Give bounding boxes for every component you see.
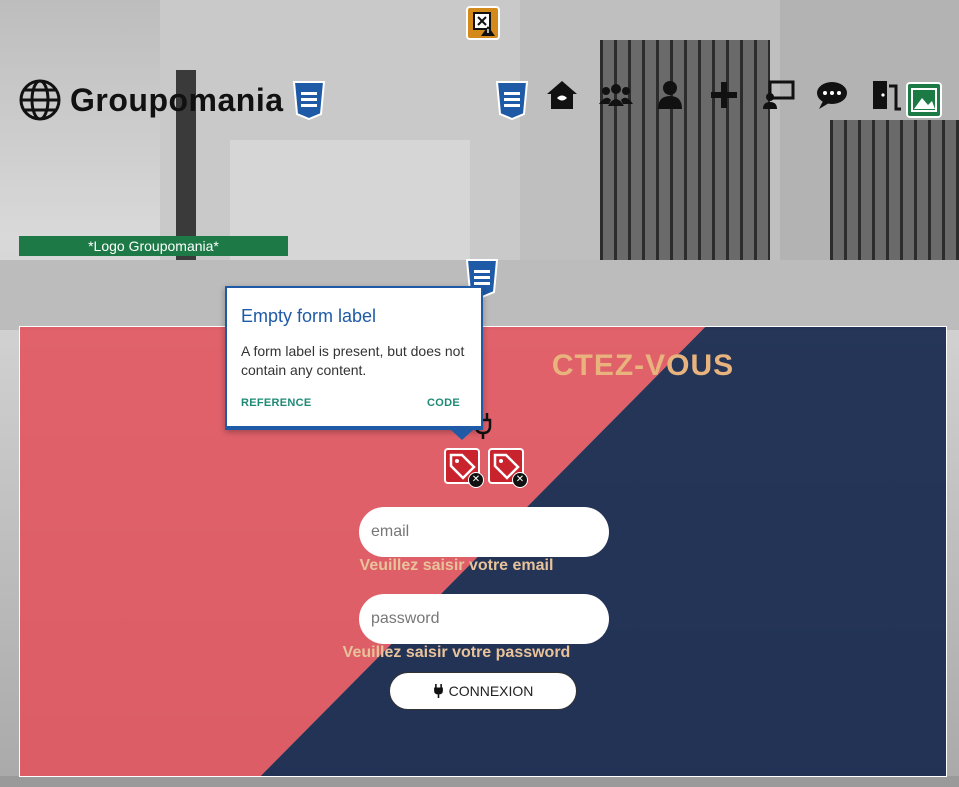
password-input[interactable] [359, 594, 609, 644]
connexion-button[interactable]: CONNEXION [389, 672, 577, 710]
logo-alt-text-label: *Logo Groupomania* [19, 236, 288, 256]
error-x-icon: ✕ [512, 472, 528, 488]
plus-icon[interactable] [704, 76, 744, 114]
css-badge-icon[interactable] [290, 80, 328, 121]
chat-screen-icon[interactable] [758, 76, 798, 114]
accessibility-tooltip: Empty form label A form label is present… [225, 286, 483, 440]
tooltip-body: A form label is present, but does not co… [241, 343, 465, 378]
password-hint: Veuillez saisir votre password [342, 644, 571, 661]
missing-label-tag-icon[interactable]: ✕ [488, 448, 528, 488]
image-badge-icon[interactable] [906, 82, 942, 118]
logout-door-icon[interactable] [866, 76, 906, 114]
users-icon[interactable] [596, 76, 636, 114]
home-icon[interactable] [542, 76, 582, 114]
missing-label-tag-icon[interactable]: ✕ [444, 448, 484, 488]
email-input[interactable] [359, 507, 609, 557]
plug-icon [433, 684, 443, 698]
user-icon[interactable] [650, 76, 690, 114]
login-card: CTEZ-VOUS ✕ ✕ Veuillez saisir votre emai… [19, 326, 947, 777]
connexion-label: CONNEXION [448, 683, 534, 699]
email-hint: Veuillez saisir votre email [359, 557, 554, 574]
reference-link[interactable]: REFERENCE [241, 397, 312, 409]
brand-name: Groupomania [70, 81, 284, 118]
broken-image-warning-icon[interactable] [466, 6, 500, 40]
css-badge-icon[interactable] [493, 80, 531, 121]
code-link[interactable]: CODE [427, 397, 460, 409]
error-x-icon: ✕ [468, 472, 484, 488]
site-logo[interactable]: Groupomania [18, 78, 284, 122]
tooltip-title: Empty form label [241, 306, 377, 326]
comments-icon[interactable] [812, 76, 852, 114]
globe-icon [19, 79, 61, 121]
main-navigation [542, 76, 906, 114]
